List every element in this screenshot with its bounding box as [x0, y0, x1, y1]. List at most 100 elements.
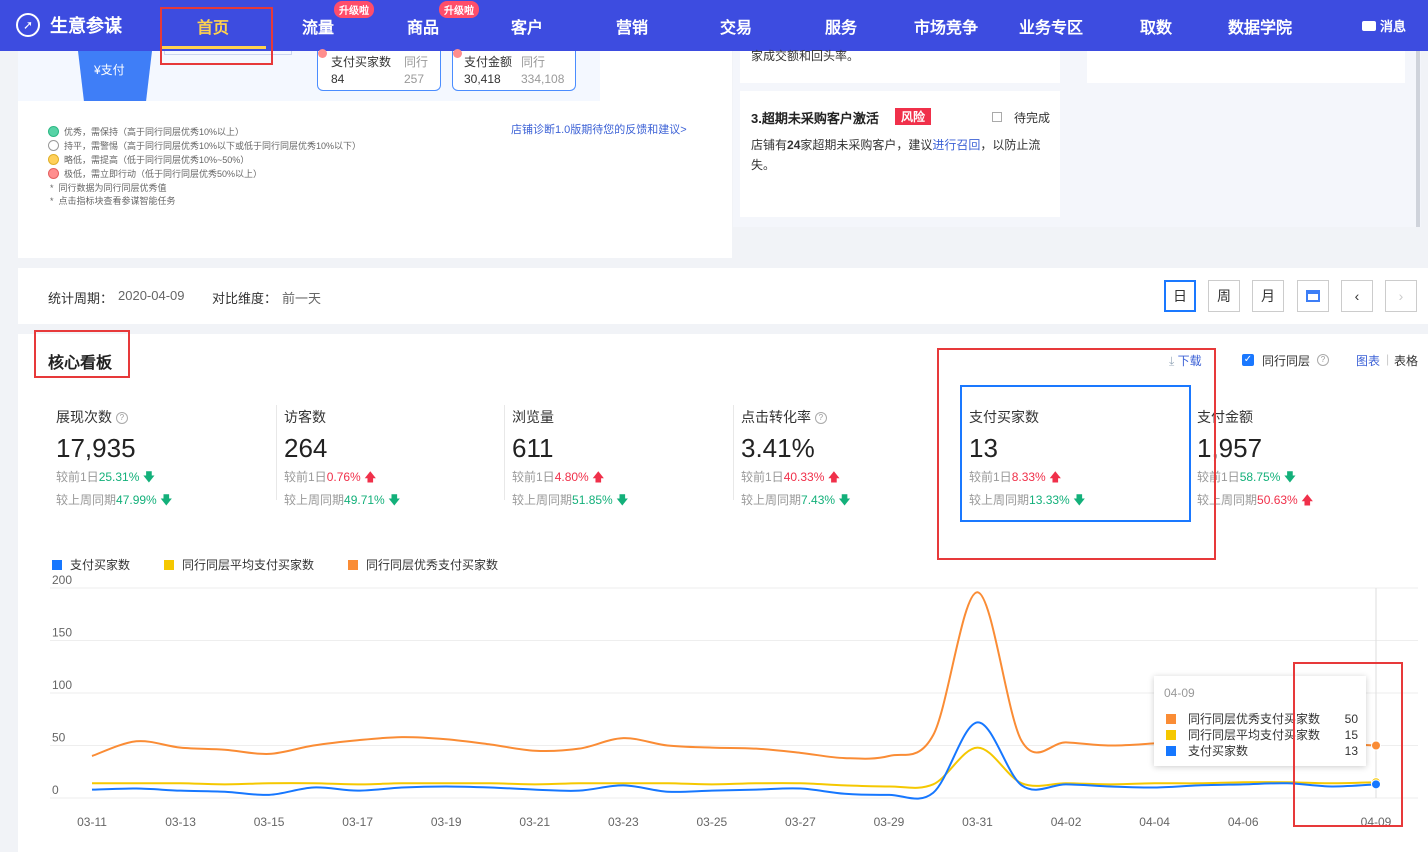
help-icon[interactable]: ?	[1317, 354, 1329, 366]
buyers-metric-card[interactable]: 支付买家数 同行 84 257	[317, 49, 441, 91]
kpi-title: 展现次数 ?	[56, 407, 266, 427]
nav-item-market[interactable]: 市场竞争	[914, 14, 978, 38]
brand[interactable]: ➚ 生意参谋	[16, 12, 122, 38]
tooltip-swatch	[1166, 745, 1176, 756]
download-button[interactable]: ⤓ 下载	[1169, 352, 1202, 369]
task-card-right[interactable]	[1087, 51, 1405, 83]
kpi-card[interactable]: 支付买家数 13 较前1日8.33% 🡅 较上周同期13.33% 🡇	[969, 407, 1179, 512]
nav-item-fetch[interactable]: 取数	[1140, 14, 1172, 38]
nav-item-service[interactable]: 服务	[825, 14, 857, 38]
arrow-down-icon: 🡇	[160, 493, 173, 507]
legend-swatch	[164, 559, 174, 570]
brand-name: 生意参谋	[50, 16, 122, 36]
tooltip-swatch	[1166, 729, 1176, 740]
kpi-title: 访客数	[284, 409, 326, 425]
kpi-card[interactable]: 浏览量 611 较前1日4.80% 🡅 较上周同期51.85% 🡇	[512, 407, 722, 512]
compare-label: 对比维度：	[212, 291, 278, 306]
upgrade-badge: 升级啦	[439, 1, 479, 18]
tooltip-row: 同行同层平均支付买家数 15	[1166, 726, 1358, 743]
arrow-down-icon: 🡇	[616, 493, 629, 507]
prev-button[interactable]: ‹	[1341, 280, 1373, 312]
chart-tooltip: 04-09 同行同层优秀支付买家数 50 同行同层平均支付买家数 15 支付买家数 13	[1154, 676, 1366, 766]
kpi-day-change: 较前1日40.33% 🡅	[741, 470, 841, 484]
help-icon[interactable]: ?	[115, 412, 128, 425]
tooltip-date: 04-09	[1164, 686, 1195, 700]
chart-view-button[interactable]: 图表	[1356, 352, 1380, 369]
nav-item-trade[interactable]: 交易	[720, 14, 752, 38]
kpi-value: 264	[284, 433, 328, 463]
nav-item-academy[interactable]: 数据学院	[1228, 14, 1292, 38]
calendar-icon	[1306, 290, 1320, 302]
legend-peer-avg[interactable]: 同行同层平均支付买家数	[164, 556, 314, 573]
kpi-week-change: 较上周同期49.71% 🡇	[284, 493, 401, 507]
nav-item-customer[interactable]: 客户	[511, 14, 543, 38]
help-icon[interactable]: ?	[814, 412, 827, 425]
period-date: 2020-04-09	[118, 288, 185, 303]
legend-excellent: 优秀，需保持（高于同行同层优秀10%以上）	[48, 125, 244, 138]
kpi-day-change: 较前1日4.80% 🡅	[512, 470, 605, 484]
task-card-partial[interactable]: 家成交额和回头率。	[740, 49, 1060, 83]
compass-icon: ➚	[16, 13, 40, 37]
amount-metric-card[interactable]: 支付金额 同行 30,418 334,108	[452, 49, 576, 91]
kpi-value: 13	[969, 433, 998, 463]
scrollbar[interactable]	[1416, 51, 1420, 227]
table-view-button[interactable]: 表格	[1394, 352, 1418, 369]
month-button[interactable]: 月	[1252, 280, 1284, 312]
kpi-value: 1,957	[1197, 433, 1263, 463]
feedback-link[interactable]: 店铺诊断1.0版期待您的反馈和建议>	[511, 121, 687, 137]
kpi-card[interactable]: 展现次数 ? 17,935 较前1日25.31% 🡇 较上周同期47.99% 🡇	[56, 407, 266, 512]
star-icon: *	[50, 195, 54, 206]
nav-item-traffic[interactable]: 流量 升级啦	[302, 1, 374, 38]
peer-checkbox[interactable]: ✓	[1242, 354, 1254, 366]
upgrade-badge: 升级啦	[334, 1, 374, 18]
diagnosis-panel: ¥支付 支付买家数 同行 84 257 支付金额 同行 30,418 334,1…	[18, 49, 732, 258]
status-dot	[48, 140, 59, 151]
arrow-down-icon: 🡇	[142, 470, 156, 484]
kpi-week-change: 较上周同期7.43% 🡇	[741, 493, 851, 507]
recall-link[interactable]: 进行召回	[932, 138, 980, 152]
active-tab-underline	[162, 46, 266, 49]
legend-swatch	[52, 559, 62, 570]
compare-value: 前一天	[282, 291, 322, 306]
nav-item-goods[interactable]: 商品 升级啦	[407, 1, 479, 38]
kpi-value: 611	[512, 433, 554, 463]
chevron-right-icon: ›	[1398, 288, 1404, 304]
legend-very-low: 极低，需立即行动（低于同行同层优秀50%以上）	[48, 167, 262, 180]
legend-buyers[interactable]: 支付买家数	[52, 556, 130, 573]
task-checkbox[interactable]	[992, 112, 1002, 122]
funnel-label: ¥支付	[94, 63, 125, 77]
status-dot	[48, 168, 59, 179]
legend-peer-excellent[interactable]: 同行同层优秀支付买家数	[348, 556, 498, 573]
nav-item-marketing[interactable]: 营销	[616, 14, 648, 38]
week-button[interactable]: 周	[1208, 280, 1240, 312]
nav-item-business[interactable]: 业务专区	[1019, 14, 1083, 38]
next-button[interactable]: ›	[1385, 280, 1417, 312]
kpi-card[interactable]: 点击转化率 ? 3.41% 较前1日40.33% 🡅 较上周同期7.43% 🡇	[741, 407, 951, 512]
star-icon: *	[50, 182, 54, 193]
kpi-title: 浏览量	[512, 409, 554, 425]
kpi-title: 支付买家数	[969, 409, 1039, 425]
arrow-up-icon: 🡅	[592, 470, 605, 484]
kpi-card[interactable]: 支付金额 1,957 较前1日58.75% 🡇 较上周同期50.63% 🡅	[1197, 407, 1407, 512]
message-button[interactable]: 消息	[1362, 16, 1406, 35]
nav-item-home[interactable]: 首页	[197, 14, 229, 38]
task-area: 家成交额和回头率。 3.超期未采购客户激活 风险 待完成 店铺有24家超期未采购…	[733, 49, 1421, 227]
status-dot	[48, 154, 59, 165]
task-card-reactivate[interactable]: 3.超期未采购客户激活 风险 待完成 店铺有24家超期未采购客户，建议进行召回，…	[740, 91, 1060, 217]
peer-toggle-label: 同行同层	[1262, 354, 1311, 368]
kpi-day-change: 较前1日0.76% 🡅	[284, 470, 377, 484]
kpi-week-change: 较上周同期47.99% 🡇	[56, 493, 173, 507]
day-button[interactable]: 日	[1164, 280, 1196, 312]
task-status: 待完成	[1014, 111, 1051, 125]
legend-low: 略低，需提高（低于同行同层优秀10%~50%）	[48, 153, 249, 166]
kpi-title: 支付金额	[1197, 409, 1253, 425]
legend-flat: 持平，需警惕（高于同行同层优秀10%以下或低于同行同层优秀10%以下）	[48, 139, 361, 152]
status-dot	[453, 49, 462, 58]
tooltip-row: 同行同层优秀支付买家数 50	[1166, 710, 1358, 727]
arrow-down-icon: 🡇	[838, 493, 851, 507]
kpi-card[interactable]: 访客数 264 较前1日0.76% 🡅 较上周同期49.71% 🡇	[284, 407, 494, 512]
calendar-button[interactable]	[1297, 280, 1329, 312]
arrow-up-icon: 🡅	[1301, 493, 1314, 507]
kpi-title: 点击转化率 ?	[741, 407, 951, 427]
status-dot	[48, 126, 59, 137]
